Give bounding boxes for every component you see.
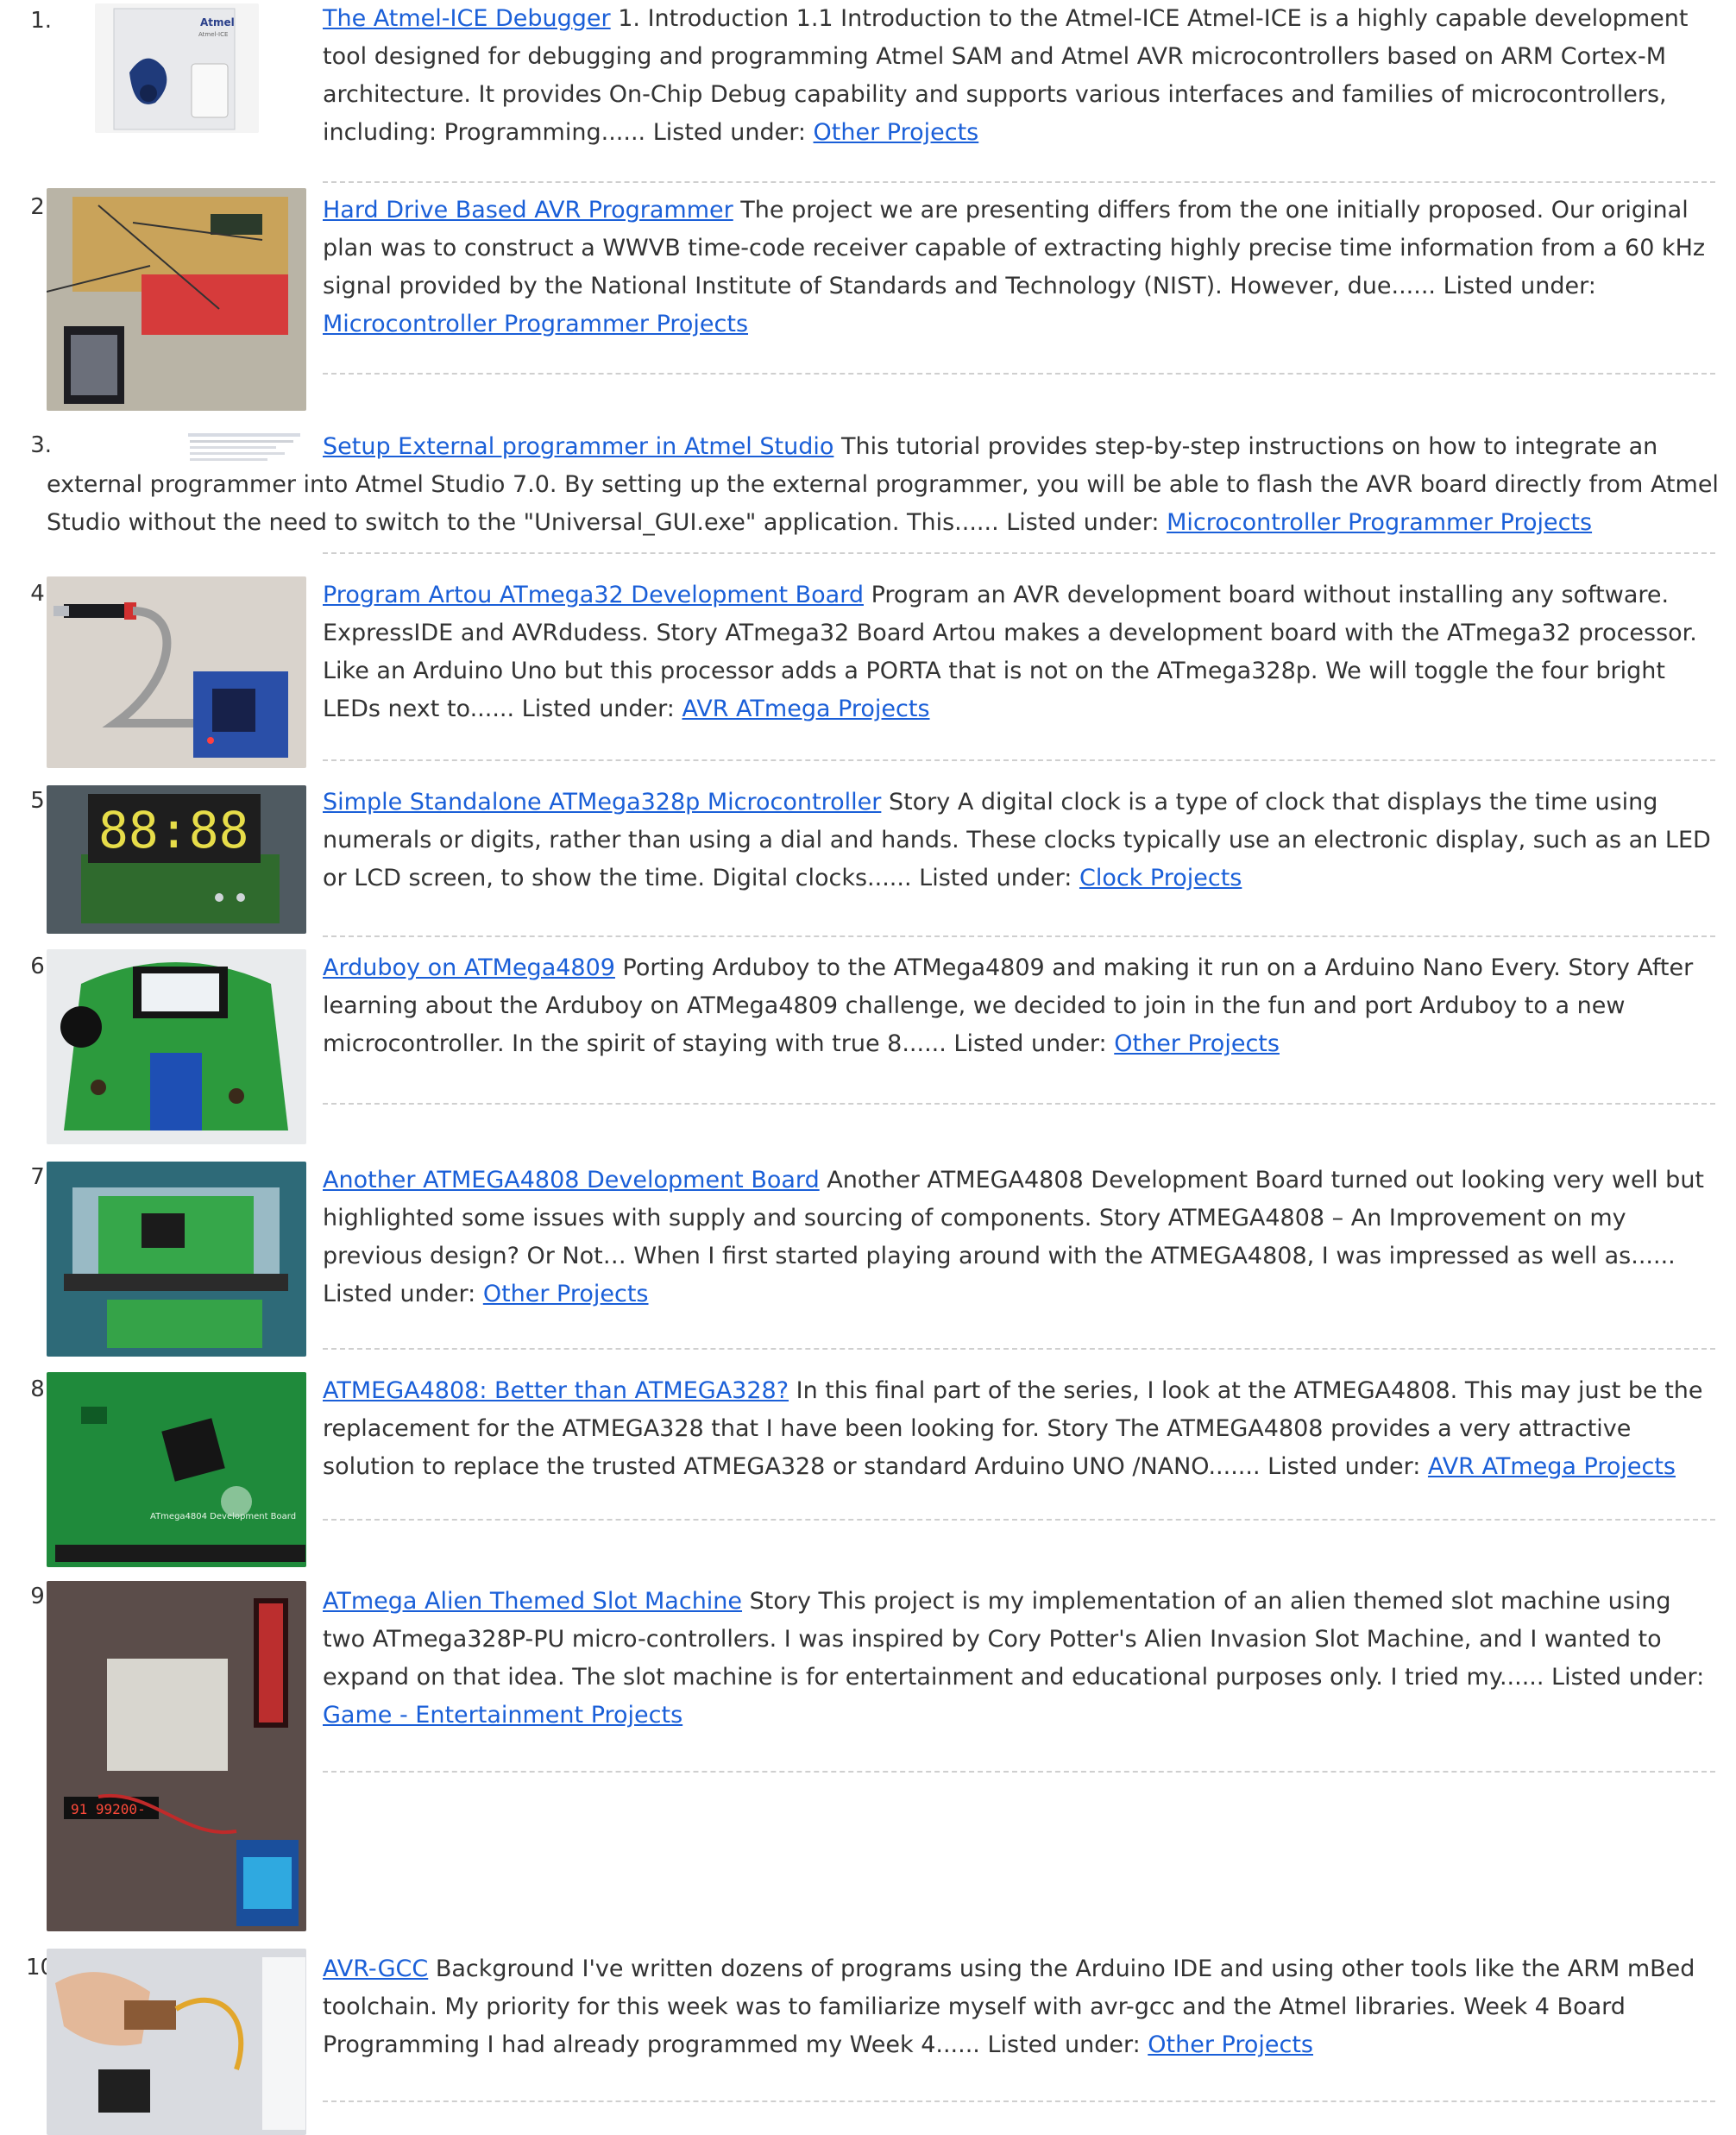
item-title-link[interactable]: Setup External programmer in Atmel Studi…: [323, 433, 833, 460]
category-link[interactable]: AVR ATmega Projects: [682, 696, 929, 722]
item-title-link[interactable]: Hard Drive Based AVR Programmer: [323, 197, 733, 224]
category-link[interactable]: AVR ATmega Projects: [1428, 1453, 1676, 1480]
atmel-ice-box-photo: Atmel Atmel-ICE: [95, 3, 259, 133]
project-list: 1. Atmel Atmel-ICE The Atmel-ICE Debugge…: [0, 0, 1736, 2135]
item-thumbnail[interactable]: [47, 1162, 306, 1357]
item-divider: [323, 1103, 1715, 1105]
item-divider: [323, 1771, 1715, 1773]
item-thumbnail[interactable]: ATmega4804 Development Board: [47, 1372, 306, 1567]
green-pcb-closeup-photo: ATmega4804 Development Board: [47, 1372, 306, 1567]
item-text: The Atmel-ICE Debugger 1. Introduction 1…: [323, 5, 1689, 146]
item-divider: [323, 552, 1715, 554]
item-title-link[interactable]: Another ATMEGA4808 Development Board: [323, 1167, 820, 1193]
digital-clock-photo: 88:88: [47, 785, 306, 934]
svg-text:Atmel: Atmel: [200, 16, 235, 28]
svg-text:88:88: 88:88: [98, 801, 249, 860]
slot-machine-breadboard-photo: 91 99200-: [47, 1581, 306, 1931]
item-divider: [323, 373, 1715, 375]
item-thumbnail[interactable]: [47, 576, 306, 768]
item-text: Hard Drive Based AVR Programmer The proj…: [323, 197, 1706, 337]
item-text: Arduboy on ATMega4809 Porting Arduboy to…: [323, 954, 1694, 1057]
circuit-board-photo: [47, 188, 306, 411]
category-link[interactable]: Microcontroller Programmer Projects: [1167, 509, 1592, 536]
item-divider: [323, 2100, 1715, 2102]
category-link[interactable]: Microcontroller Programmer Projects: [323, 311, 748, 337]
item-divider: [323, 181, 1715, 183]
usb-programmer-photo: [47, 576, 306, 768]
item-divider: [323, 1348, 1715, 1350]
svg-text:Atmel-ICE: Atmel-ICE: [198, 31, 228, 38]
item-thumbnail[interactable]: [47, 188, 306, 411]
svg-text:ATmega4804 Development Board: ATmega4804 Development Board: [150, 1512, 296, 1521]
item-title-link[interactable]: Arduboy on ATMega4809: [323, 954, 615, 981]
item-text: ATmega Alien Themed Slot Machine Story T…: [323, 1588, 1705, 1729]
arduboy-board-photo: [47, 949, 306, 1144]
category-link[interactable]: Other Projects: [1114, 1030, 1280, 1057]
category-link[interactable]: Clock Projects: [1079, 865, 1242, 891]
item-thumbnail[interactable]: [47, 949, 306, 1144]
item-thumbnail[interactable]: 88:88: [47, 785, 306, 934]
item-text: AVR-GCC Background I've written dozens o…: [323, 1956, 1695, 2058]
category-link[interactable]: Game - Entertainment Projects: [323, 1702, 682, 1729]
item-title-link[interactable]: ATmega Alien Themed Slot Machine: [323, 1588, 742, 1615]
item-thumbnail[interactable]: Atmel Atmel-ICE: [95, 3, 259, 133]
category-link[interactable]: Other Projects: [1148, 2031, 1313, 2058]
item-divider: [323, 1519, 1715, 1521]
item-title-link[interactable]: The Atmel-ICE Debugger: [323, 5, 611, 32]
item-thumbnail[interactable]: 91 99200-: [47, 1581, 306, 1931]
dev-board-case-photo: [47, 1162, 306, 1357]
category-link[interactable]: Other Projects: [814, 119, 979, 146]
item-title-link[interactable]: AVR-GCC: [323, 1956, 428, 1982]
item-text: Setup External programmer in Atmel Studi…: [47, 433, 1719, 536]
item-divider: [323, 759, 1715, 761]
item-text: Simple Standalone ATMega328p Microcontro…: [323, 789, 1711, 891]
svg-text:91 99200-: 91 99200-: [71, 1801, 146, 1817]
hand-holding-board-photo: [47, 1949, 306, 2135]
item-text: ATMEGA4808: Better than ATMEGA328? In th…: [323, 1377, 1703, 1480]
item-text: Another ATMEGA4808 Development Board Ano…: [323, 1167, 1705, 1307]
item-thumbnail[interactable]: [47, 1949, 306, 2135]
item-title-link[interactable]: ATMEGA4808: Better than ATMEGA328?: [323, 1377, 789, 1404]
item-title-link[interactable]: Simple Standalone ATMega328p Microcontro…: [323, 789, 881, 816]
item-divider: [323, 935, 1715, 937]
item-text: Program Artou ATmega32 Development Board…: [323, 582, 1697, 722]
item-title-link[interactable]: Program Artou ATmega32 Development Board: [323, 582, 864, 608]
category-link[interactable]: Other Projects: [483, 1281, 649, 1307]
item-number: 1.: [30, 8, 52, 34]
